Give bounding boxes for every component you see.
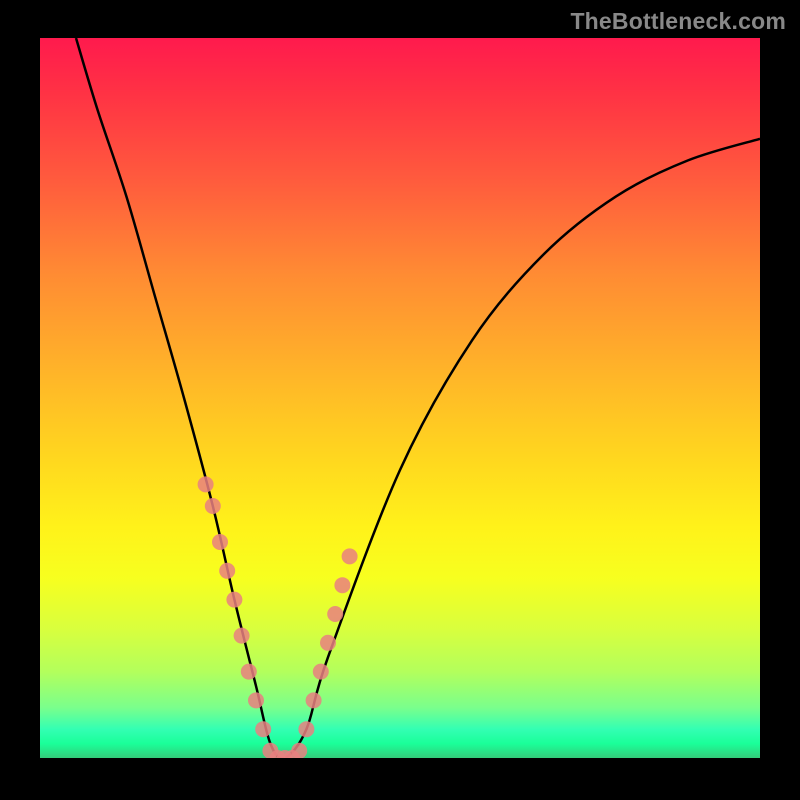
marker-dot [241, 664, 257, 680]
marker-dot [291, 743, 307, 758]
marker-dot [320, 635, 336, 651]
marker-dot [298, 721, 314, 737]
marker-dot [255, 721, 271, 737]
curve-svg [40, 38, 760, 758]
marker-dot [219, 563, 235, 579]
bottleneck-curve [76, 38, 760, 758]
marker-dot [334, 577, 350, 593]
marker-dot [205, 498, 221, 514]
marker-dot [212, 534, 228, 550]
chart-container: TheBottleneck.com [0, 0, 800, 800]
marker-dot [342, 548, 358, 564]
marker-dot [327, 606, 343, 622]
highlight-dots [198, 476, 358, 758]
marker-dot [306, 692, 322, 708]
marker-dot [234, 628, 250, 644]
marker-dot [226, 592, 242, 608]
watermark-text: TheBottleneck.com [570, 8, 786, 35]
plot-area [40, 38, 760, 758]
marker-dot [198, 476, 214, 492]
marker-dot [313, 664, 329, 680]
marker-dot [248, 692, 264, 708]
